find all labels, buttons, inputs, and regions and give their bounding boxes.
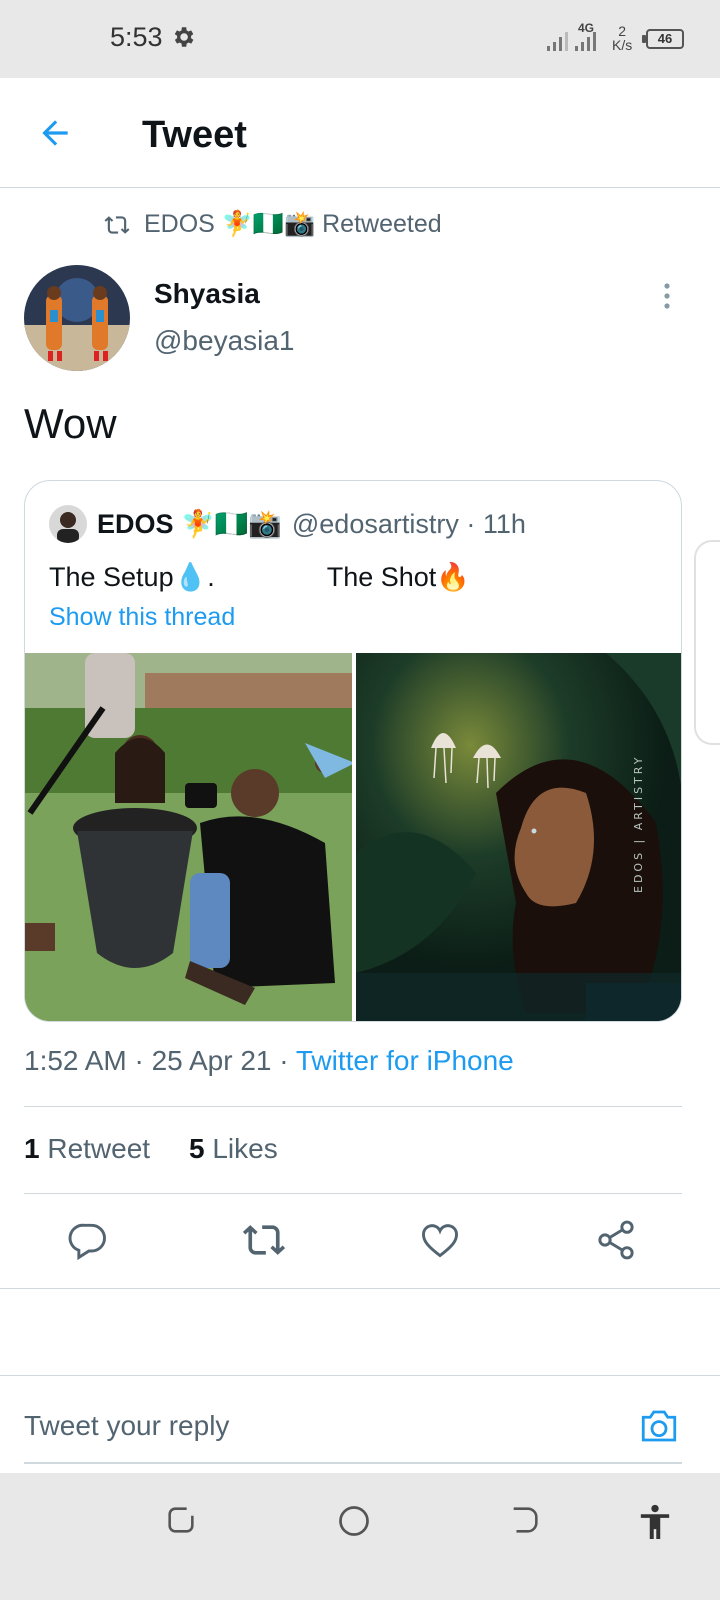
quoted-handle-time: @edosartistry · 11h <box>291 508 526 539</box>
reply-underline <box>24 1462 682 1464</box>
like-count: 5 <box>188 1133 205 1164</box>
retweet-label: Retweet <box>39 1133 151 1164</box>
retweet-icon[interactable] <box>242 1218 286 1262</box>
tweet-timestamp: 1:52 AM · 25 Apr 21 · <box>24 1045 296 1076</box>
page-title: Tweet <box>142 114 247 156</box>
tweet-meta: 1:52 AM · 25 Apr 21 · Twitter for iPhone <box>24 1045 514 1077</box>
recent-apps-icon[interactable] <box>164 1503 198 1537</box>
quoted-display-name: EDOS 🧚🇳🇬📸 <box>97 509 282 539</box>
more-vertical-icon[interactable] <box>664 283 670 309</box>
heart-icon[interactable] <box>418 1218 462 1262</box>
final-shot-photo[interactable]: EDOS | ARTISTRY <box>356 653 681 1021</box>
author-handle[interactable]: @beyasia1 <box>154 325 295 357</box>
speed-value: 2 <box>618 23 627 39</box>
tweet-source[interactable]: Twitter for iPhone <box>296 1045 514 1076</box>
network-speed: 2 K/s <box>612 24 632 52</box>
divider <box>24 1193 682 1194</box>
retweet-icon <box>104 215 130 234</box>
battery-indicator: 46 <box>646 29 684 49</box>
signal-icon <box>547 32 596 51</box>
back-nav-icon[interactable] <box>508 1503 542 1537</box>
speed-unit: K/s <box>612 37 633 53</box>
home-icon[interactable] <box>336 1503 372 1539</box>
camera-icon[interactable] <box>638 1406 680 1446</box>
share-icon[interactable] <box>594 1218 638 1262</box>
accessibility-icon[interactable] <box>638 1503 672 1541</box>
like-label: Likes <box>204 1133 278 1164</box>
quoted-tweet-card[interactable]: EDOS 🧚🇳🇬📸 @edosartistry · 11h The Setup💧… <box>24 480 682 1022</box>
quoted-avatar <box>49 505 87 543</box>
show-thread-link[interactable]: Show this thread <box>49 603 235 632</box>
tweet-text: Wow <box>24 400 117 447</box>
quoted-text: The Setup💧. The Shot🔥 <box>49 562 470 592</box>
retweet-stat[interactable]: 1 Retweet <box>24 1133 150 1164</box>
divider <box>0 1288 720 1289</box>
top-app-bar: Tweet <box>0 78 720 188</box>
gear-icon <box>174 27 194 47</box>
reply-input[interactable]: Tweet your reply <box>24 1410 229 1442</box>
arrow-left-icon[interactable] <box>36 114 74 152</box>
system-nav-bar <box>0 1473 720 1600</box>
retweet-count: 1 <box>24 1133 40 1164</box>
like-stat[interactable]: 5 Likes <box>189 1133 278 1164</box>
network-type: 4G <box>578 21 595 35</box>
avatar[interactable] <box>24 265 130 371</box>
status-time: 5:53 <box>110 22 163 52</box>
edge-panel-handle[interactable] <box>694 540 720 745</box>
tweet-stats: 1 Retweet 5 Likes <box>24 1133 278 1165</box>
reply-composer: Tweet your reply <box>0 1375 720 1473</box>
photo-watermark: EDOS | ARTISTRY <box>632 755 645 893</box>
retweet-context-text: EDOS 🧚🇳🇬📸 Retweeted <box>144 210 442 238</box>
retweet-context[interactable]: EDOS 🧚🇳🇬📸 Retweeted <box>104 210 442 239</box>
quoted-tweet-header: EDOS 🧚🇳🇬📸 @edosartistry · 11h <box>49 505 526 543</box>
setup-photo[interactable] <box>25 653 352 1021</box>
status-bar: 5:53 4G 2 K/s 46 <box>0 0 720 78</box>
divider <box>24 1106 682 1107</box>
reply-icon[interactable] <box>66 1218 110 1262</box>
author-display-name[interactable]: Shyasia <box>154 278 260 310</box>
